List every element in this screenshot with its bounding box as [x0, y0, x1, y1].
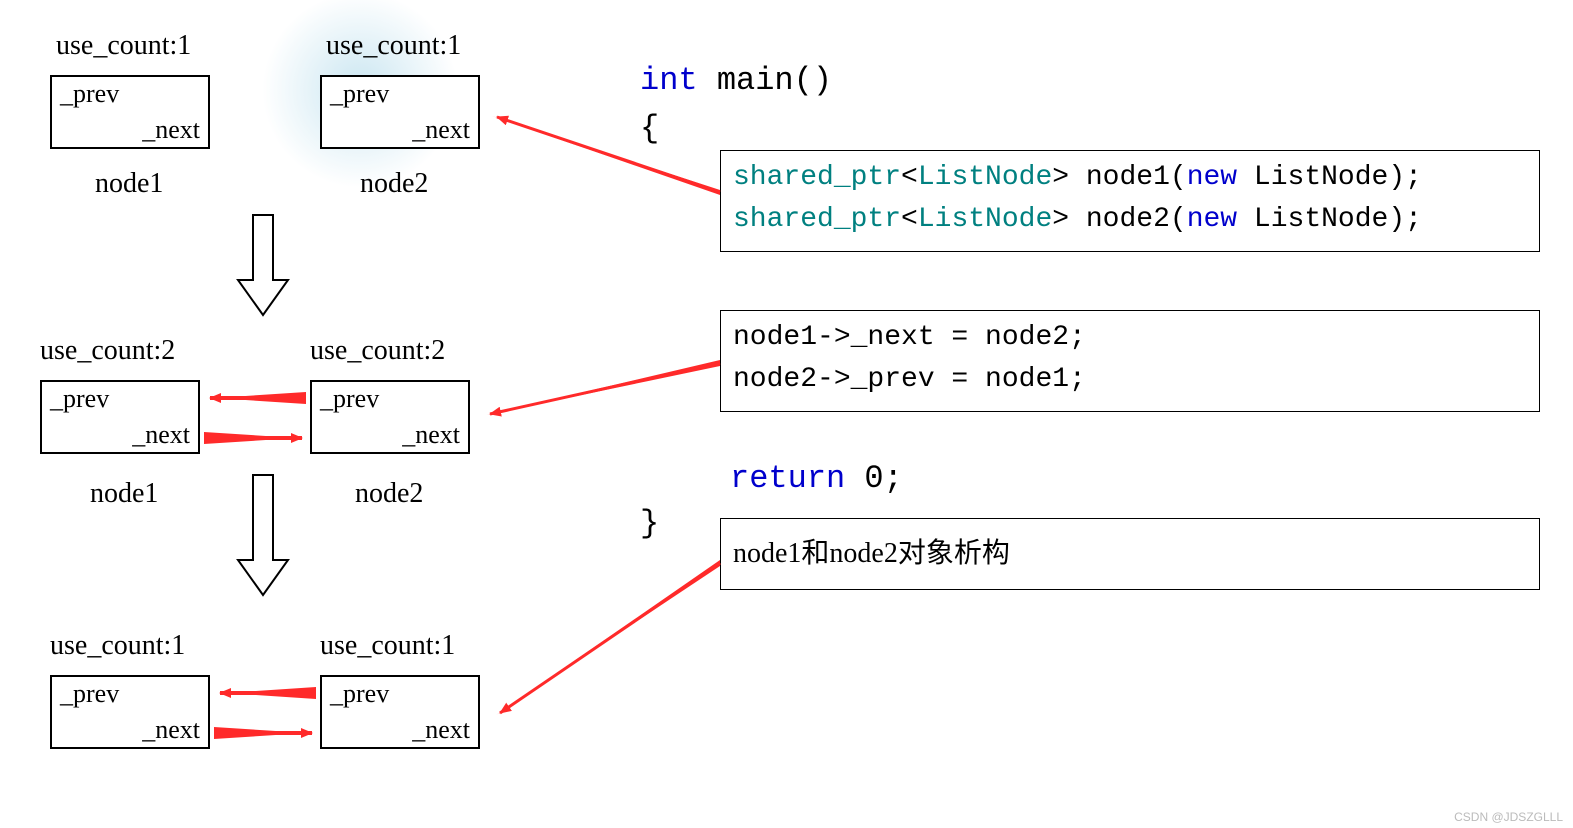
watermark-text: CSDN @JDSZGLLL [1454, 810, 1563, 824]
node-prev-3b: _prev [330, 679, 389, 709]
node-name-2a: node1 [90, 478, 158, 510]
use-count-label-1a: use_count:1 [56, 30, 191, 62]
node-prev-1a: _prev [60, 79, 119, 109]
code-box-3: node1和node2对象析构 [720, 518, 1540, 590]
node-box-1b: _prev _next [320, 75, 480, 149]
arrow-code2-node2 [486, 360, 720, 415]
code-line-5: node1和node2对象析构 [733, 533, 1527, 575]
code-line-3: node1->_next = node2; [733, 317, 1527, 359]
node-next-1b: _next [412, 115, 470, 145]
code-line-4: node2->_prev = node1; [733, 359, 1527, 401]
down-arrow-2 [238, 475, 288, 595]
node-prev-3a: _prev [60, 679, 119, 709]
code-line-1: shared_ptr<ListNode> node1(new ListNode)… [733, 157, 1527, 199]
arrows-layer [0, 0, 1573, 828]
node-next-3b: _next [412, 715, 470, 745]
node-next-3a: _next [142, 715, 200, 745]
use-count-label-2a: use_count:2 [40, 335, 175, 367]
brace-open: { [640, 110, 659, 147]
node-prev-1b: _prev [330, 79, 389, 109]
kw-int: int [640, 62, 698, 99]
node-box-3a: _prev _next [50, 675, 210, 749]
node-prev-2b: _prev [320, 384, 379, 414]
down-arrow-1 [238, 215, 288, 315]
code-box-1: shared_ptr<ListNode> node1(new ListNode)… [720, 150, 1540, 252]
code-line-2: shared_ptr<ListNode> node2(new ListNode)… [733, 199, 1527, 241]
node-next-2a: _next [132, 420, 190, 450]
node-next-1a: _next [142, 115, 200, 145]
node-prev-2a: _prev [50, 384, 109, 414]
node-box-2b: _prev _next [310, 380, 470, 454]
node-box-1a: _prev _next [50, 75, 210, 149]
code-box-2: node1->_next = node2; node2->_prev = nod… [720, 310, 1540, 412]
node-name-1a: node1 [95, 168, 163, 200]
use-count-label-3b: use_count:1 [320, 630, 455, 662]
node-box-2a: _prev _next [40, 380, 200, 454]
node-next-2b: _next [402, 420, 460, 450]
use-count-label-2b: use_count:2 [310, 335, 445, 367]
use-count-label-3a: use_count:1 [50, 630, 185, 662]
node-box-3b: _prev _next [320, 675, 480, 749]
code-main: main() [698, 62, 832, 99]
brace-close: } [640, 505, 659, 542]
code-signature: int main() [640, 62, 832, 99]
code-return: return 0; [730, 460, 903, 497]
use-count-label-1b: use_count:1 [326, 30, 461, 62]
node-name-1b: node2 [360, 168, 428, 200]
node-name-2b: node2 [355, 478, 423, 510]
arrow-code1-node2 [492, 116, 720, 195]
arrow-code3-node2 [496, 560, 720, 715]
